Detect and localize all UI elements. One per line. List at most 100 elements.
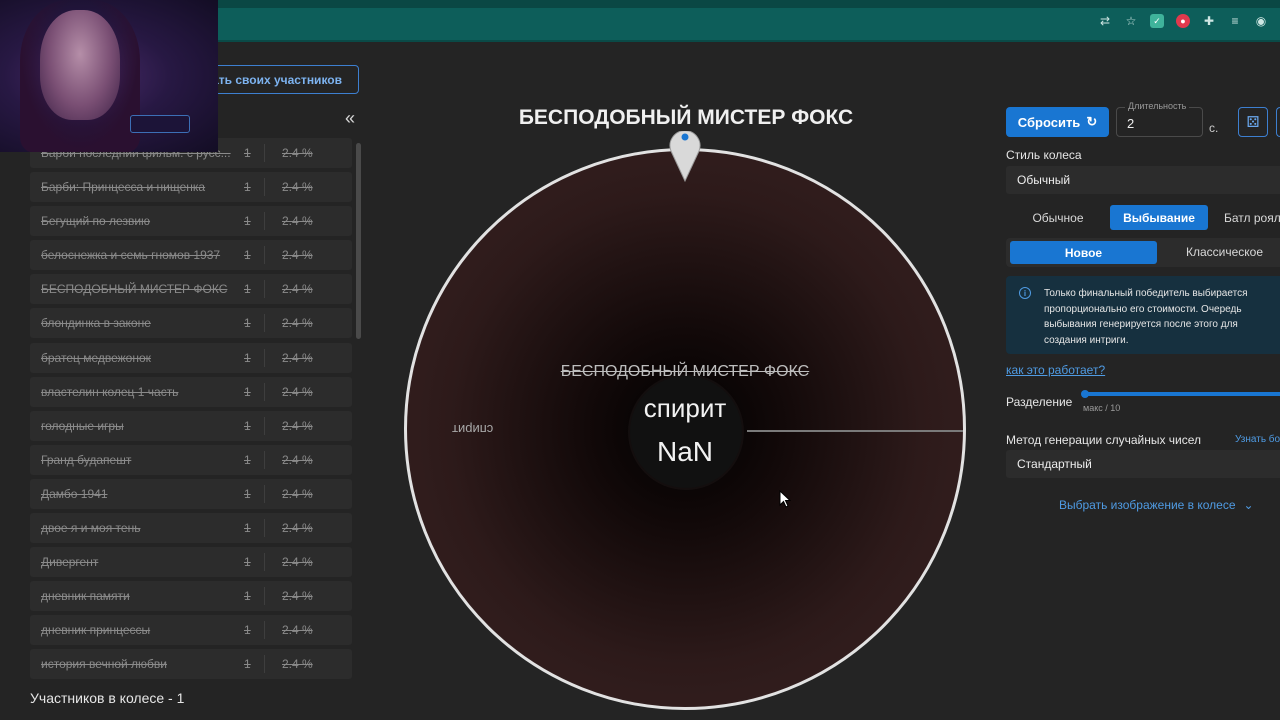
row-divider <box>264 416 265 435</box>
row-divider <box>264 212 265 231</box>
participant-count[interactable]: 1 <box>244 521 251 535</box>
collapse-sidebar-icon[interactable]: « <box>345 108 355 129</box>
participant-row[interactable]: белоснежка и семь гномов 1937 1 2.4 % <box>30 240 352 271</box>
participants-count: Участников в колесе - 1 <box>30 690 185 706</box>
row-divider <box>264 348 265 367</box>
participant-count[interactable]: 1 <box>244 214 251 228</box>
participant-row[interactable]: дневник принцессы 1 2.4 % <box>30 615 352 646</box>
participant-count[interactable]: 1 <box>244 419 251 433</box>
wheel-style-select[interactable]: Обычный <box>1006 166 1280 194</box>
participant-name: братец медвежонок <box>41 350 151 365</box>
rng-learn-more-link[interactable]: Узнать бо <box>1235 434 1280 445</box>
row-divider <box>264 382 265 401</box>
participant-count[interactable]: 1 <box>244 657 251 671</box>
participant-row[interactable]: властелин колец 1 часть 1 2.4 % <box>30 376 352 407</box>
submode-tabs: Новое Классическое <box>1006 238 1280 267</box>
participant-count[interactable]: 1 <box>244 487 251 501</box>
duration-label: Длительность <box>1125 101 1190 111</box>
participant-row[interactable]: Гранд будапешт 1 2.4 % <box>30 444 352 475</box>
extra-button[interactable] <box>1276 107 1280 137</box>
split-max-label: макс / 10 <box>1083 403 1121 413</box>
participant-count[interactable]: 1 <box>244 555 251 569</box>
participant-percent: 2.4 % <box>282 350 313 365</box>
split-slider-knob[interactable] <box>1081 390 1089 398</box>
row-divider <box>264 246 265 265</box>
participant-row[interactable]: Барби: Принцесса и нищенка 1 2.4 % <box>30 172 352 203</box>
participant-count[interactable]: 1 <box>244 623 251 637</box>
participants-scrollbar[interactable] <box>356 143 361 339</box>
webcam-microphone <box>130 115 190 133</box>
participant-row[interactable]: БЕСПОДОБНЫЙ МИСТЕР ФОКС 1 2.4 % <box>30 274 352 305</box>
row-divider <box>264 655 265 674</box>
current-winner-name: спирит <box>643 393 727 423</box>
settings-panel: Сбросить ↻ Длительность 2 с. ⚄ Стиль кол… <box>1006 0 1280 720</box>
refresh-icon: ↻ <box>1086 114 1098 129</box>
mode-tabs: Обычное Выбывание Батл рояль <box>1006 205 1280 230</box>
participant-name: история вечной любви <box>41 657 168 672</box>
participants-list: Барби последний фильм. с русс... 1 2.4 % Ба… <box>30 138 352 683</box>
participant-count[interactable]: 1 <box>244 453 251 467</box>
wheel-style-label: Стиль колеса <box>1006 148 1082 162</box>
row-divider <box>264 519 265 538</box>
participant-percent: 2.4 % <box>282 146 313 160</box>
duration-unit: с. <box>1209 121 1219 135</box>
split-label: Разделение <box>1006 395 1073 409</box>
participant-name: властелин колец 1 часть <box>41 384 179 399</box>
tab-submode-classic[interactable]: Классическое <box>1186 245 1263 259</box>
tab-submode-new[interactable]: Новое <box>1010 241 1157 264</box>
participant-percent: 2.4 % <box>282 282 313 297</box>
row-divider <box>264 280 265 299</box>
participant-percent: 2.4 % <box>282 214 313 229</box>
participant-name: Барби: Принцесса и нищенка <box>41 180 206 195</box>
participant-count[interactable]: 1 <box>244 180 251 194</box>
participant-row[interactable]: история вечной любви 1 2.4 % <box>30 649 352 680</box>
participant-name: Дамбо 1941 <box>41 486 108 501</box>
row-divider <box>264 144 265 162</box>
wheel-container[interactable]: спирит БЕСПОДОБНЫЙ МИСТЕР ФОКС спирит Na… <box>404 148 966 710</box>
participant-row[interactable]: Бегущий по лезвию 1 2.4 % <box>30 206 352 237</box>
rng-method-label: Метод генерации случайных чисел <box>1006 433 1202 447</box>
tab-mode-battle-royale[interactable]: Батл рояль <box>1208 205 1280 230</box>
participant-row[interactable]: Дамбо 1941 1 2.4 % <box>30 478 352 509</box>
participant-count[interactable]: 1 <box>244 589 251 603</box>
participant-row[interactable]: братец медвежонок 1 2.4 % <box>30 342 352 373</box>
duration-value[interactable]: 2 <box>1127 116 1134 131</box>
info-text: Только финальный победитель выбирается п… <box>1044 288 1248 346</box>
participant-name: БЕСПОДОБНЫЙ МИСТЕР ФОКС <box>41 282 228 297</box>
row-divider <box>264 553 265 572</box>
wheel[interactable]: спирит БЕСПОДОБНЫЙ МИСТЕР ФОКС спирит Na… <box>404 148 966 710</box>
choose-wheel-image-label: Выбрать изображение в колесе <box>1059 498 1236 512</box>
participant-percent: 2.4 % <box>282 623 313 638</box>
participant-percent: 2.4 % <box>282 521 313 536</box>
participant-name: белоснежка и семь гномов 1937 <box>41 248 221 263</box>
tab-mode-normal[interactable]: Обычное <box>1006 205 1110 230</box>
wheel-segment-label: спирит <box>452 422 494 437</box>
participant-row[interactable]: дневник памяти 1 2.4 % <box>30 581 352 612</box>
participant-count[interactable]: 1 <box>244 351 251 365</box>
participant-row[interactable]: двое я и моя тень 1 2.4 % <box>30 513 352 544</box>
how-it-works-link[interactable]: как это работает? <box>1006 363 1105 377</box>
split-slider[interactable] <box>1081 390 1280 398</box>
choose-wheel-image-link[interactable]: Выбрать изображение в колесе ⌄ <box>1059 498 1254 512</box>
reset-button[interactable]: Сбросить ↻ <box>1006 107 1109 137</box>
row-divider <box>264 178 265 197</box>
duration-field[interactable]: Длительность 2 <box>1116 101 1203 137</box>
row-divider <box>264 450 265 469</box>
rng-method-select[interactable]: Стандартный <box>1006 450 1280 478</box>
tab-mode-elimination[interactable]: Выбывание <box>1110 205 1208 230</box>
reset-label: Сбросить <box>1017 114 1081 130</box>
participant-count[interactable]: 1 <box>244 282 251 296</box>
participant-row[interactable]: голодные игры 1 2.4 % <box>30 410 352 441</box>
participant-count[interactable]: 1 <box>244 146 251 160</box>
participant-percent: 2.4 % <box>282 452 313 467</box>
info-icon: i <box>1019 287 1031 299</box>
participant-row[interactable]: Дивергент 1 2.4 % <box>30 547 352 578</box>
participant-percent: 2.4 % <box>282 657 313 672</box>
participant-row[interactable]: блондинка в законе 1 2.4 % <box>30 308 352 339</box>
participant-count[interactable]: 1 <box>244 316 251 330</box>
participant-count[interactable]: 1 <box>244 248 251 262</box>
participant-name: дневник принцессы <box>41 623 151 638</box>
participant-name: блондинка в законе <box>41 316 151 331</box>
dice-icon[interactable]: ⚄ <box>1238 107 1268 137</box>
participant-count[interactable]: 1 <box>244 385 251 399</box>
